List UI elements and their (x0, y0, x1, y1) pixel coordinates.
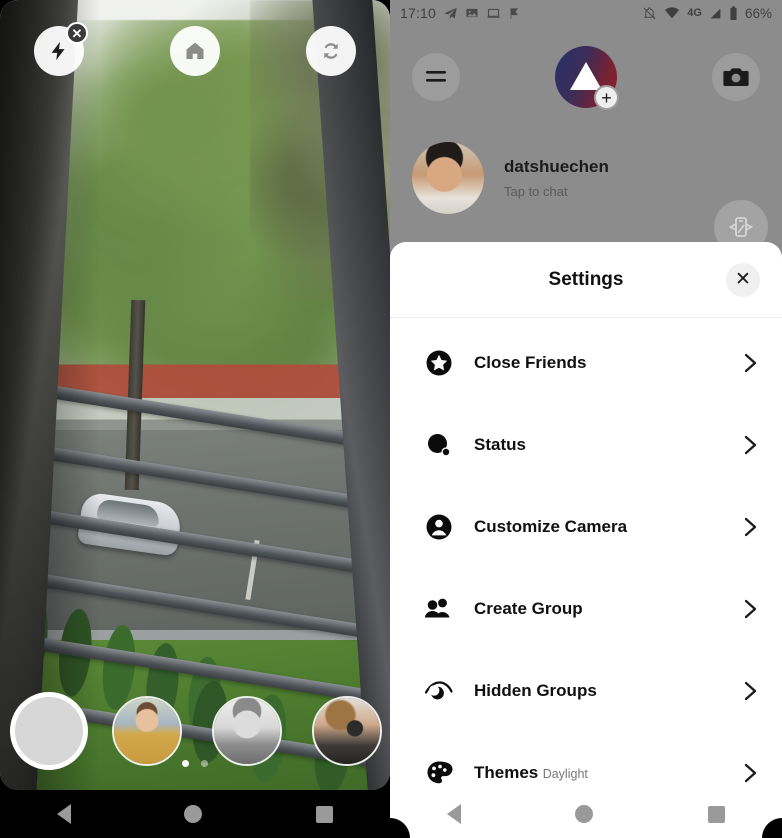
menu-item-text: Close Friends (474, 353, 742, 373)
chevron-right-icon (742, 434, 760, 456)
status-bar: 17:10 4G 66% (390, 0, 782, 26)
app-top-bar: + (390, 38, 782, 116)
photo-icon (466, 8, 478, 18)
recents-icon[interactable] (316, 805, 334, 823)
chat-text-block: datshuechen Tap to chat (504, 157, 609, 199)
network-type: 4G (687, 7, 702, 19)
switch-camera-button[interactable] (306, 26, 356, 76)
wifi-icon (665, 7, 680, 19)
menu-button[interactable] (412, 53, 460, 101)
camera-bottom-controls (0, 672, 390, 782)
sheet-title: Settings (548, 268, 624, 290)
menu-item-status[interactable]: Status (390, 404, 782, 486)
sheet-header: Settings ✕ (390, 242, 782, 318)
page-dot-active[interactable] (181, 760, 189, 767)
person-circle-icon (422, 513, 456, 541)
android-navbar-left (0, 790, 390, 838)
menu-item-text: Status (474, 435, 742, 455)
add-story-badge[interactable]: + (594, 85, 619, 110)
recents-icon[interactable] (707, 805, 725, 823)
menu-item-customize-camera[interactable]: Customize Camera (390, 486, 782, 568)
signal-icon (710, 8, 721, 18)
camera-button[interactable] (712, 53, 760, 101)
chevron-right-icon (742, 516, 760, 538)
chat-subtitle: Tap to chat (504, 184, 568, 199)
palette-icon (422, 759, 456, 787)
page-dot[interactable] (201, 760, 209, 767)
chevron-right-icon (742, 762, 760, 784)
telegram-icon (444, 7, 457, 19)
flash-off-badge: ✕ (66, 22, 88, 44)
hamburger-icon (426, 71, 446, 82)
close-icon[interactable]: ✕ (726, 262, 760, 297)
battery-icon (730, 5, 737, 20)
menu-item-label: Create Group (474, 599, 583, 618)
people-icon (422, 596, 456, 622)
laptop-icon (487, 8, 500, 18)
bell-off-icon (643, 6, 656, 19)
home-button[interactable] (170, 26, 220, 76)
settings-menu: Close Friends Status Customize Camera Cr… (390, 318, 782, 814)
menu-item-text: Themes Daylight (474, 763, 742, 783)
menu-item-subtitle: Daylight (542, 767, 588, 781)
page-indicator (0, 754, 390, 772)
home-icon (186, 42, 204, 59)
home-icon[interactable] (575, 805, 594, 823)
home-icon[interactable] (184, 805, 203, 823)
menu-item-label: Status (474, 435, 526, 454)
lightning-icon (51, 41, 65, 61)
device-rotate-icon (728, 217, 754, 237)
star-circle-icon (422, 349, 456, 377)
android-navbar-right (390, 790, 782, 838)
status-dot-icon (422, 431, 456, 459)
chat-name: datshuechen (504, 157, 609, 176)
dual-phone-screenshot: ✕ 17:10 4G 66% + datshuechen Tap to chat… (0, 0, 782, 838)
battery-percent: 66% (744, 5, 772, 21)
camera-viewfinder[interactable]: ✕ (0, 0, 390, 790)
camera-icon (723, 68, 749, 86)
logo-triangle-icon (570, 62, 602, 90)
menu-item-label: Hidden Groups (474, 681, 597, 700)
menu-item-label: Customize Camera (474, 517, 628, 536)
app-logo-button[interactable]: + (555, 46, 619, 110)
camera-top-controls: ✕ (0, 22, 390, 80)
flag-icon (510, 7, 519, 19)
right-phone-app-screen: 17:10 4G 66% + datshuechen Tap to chat S… (390, 0, 782, 838)
menu-item-close-friends[interactable]: Close Friends (390, 322, 782, 404)
left-phone-camera-screen: ✕ (0, 0, 390, 838)
menu-item-label: Themes (474, 763, 539, 782)
settings-bottom-sheet: Settings ✕ Close Friends Status Customiz… (390, 242, 782, 838)
eye-hidden-icon (422, 679, 456, 703)
menu-item-text: Hidden Groups (474, 681, 742, 701)
menu-item-create-group[interactable]: Create Group (390, 568, 782, 650)
back-icon[interactable] (447, 804, 462, 824)
flash-off-button[interactable]: ✕ (34, 22, 88, 76)
switch-camera-icon (324, 43, 338, 59)
menu-item-text: Customize Camera (474, 517, 742, 537)
status-bar-left: 17:10 (400, 5, 522, 21)
avatar[interactable] (412, 142, 484, 214)
back-icon[interactable] (56, 804, 71, 824)
menu-item-hidden-groups[interactable]: Hidden Groups (390, 650, 782, 732)
menu-item-text: Create Group (474, 599, 742, 619)
chevron-right-icon (742, 680, 760, 702)
status-bar-right: 4G 66% (642, 6, 772, 21)
status-time: 17:10 (400, 5, 437, 21)
menu-item-label: Close Friends (474, 353, 587, 372)
chevron-right-icon (742, 352, 760, 374)
chevron-right-icon (742, 598, 760, 620)
